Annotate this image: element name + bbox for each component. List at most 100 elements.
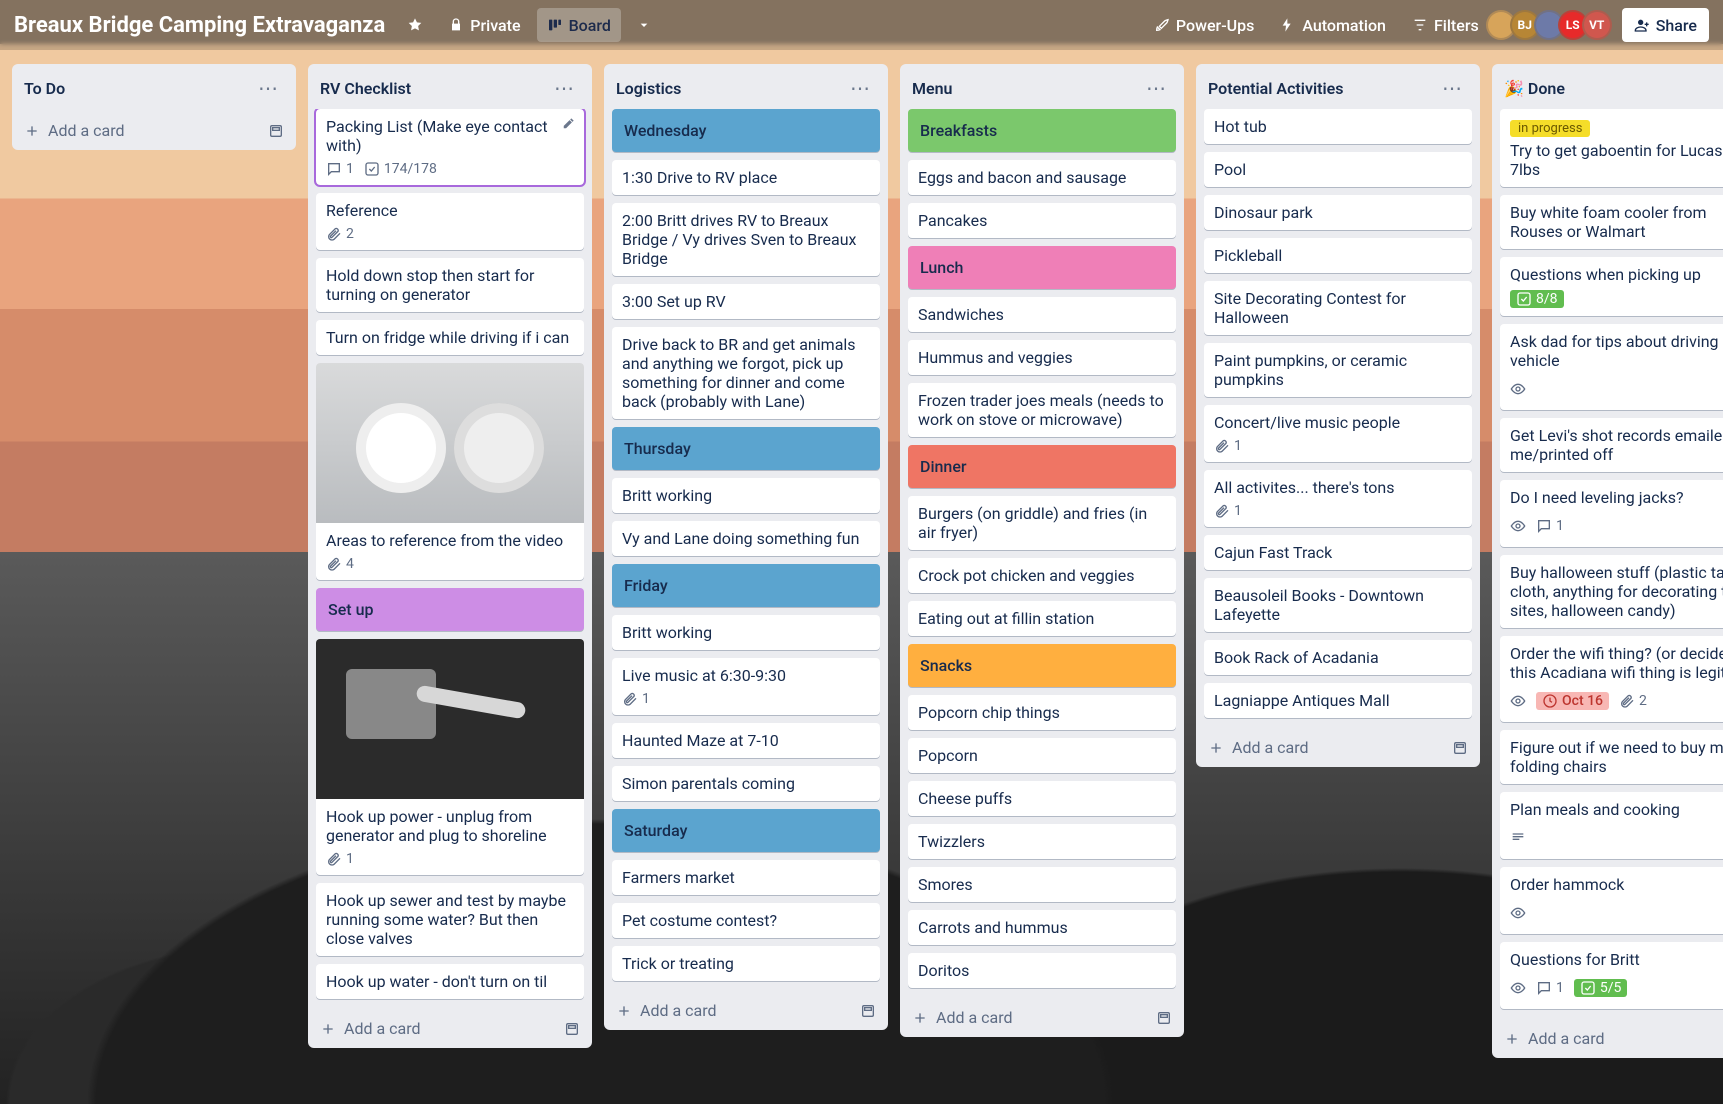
card[interactable]: All activites... there's tons1 [1204, 470, 1472, 527]
card[interactable]: Simon parentals coming [612, 766, 880, 801]
template-icon[interactable] [860, 1003, 876, 1019]
list-menu-button[interactable] [548, 74, 580, 103]
card[interactable]: Hook up sewer and test by maybe running … [316, 883, 584, 956]
card[interactable]: in progressTry to get gaboentin for Luca… [1500, 109, 1723, 187]
card[interactable]: Eggs and bacon and sausage [908, 160, 1176, 195]
card[interactable]: Hook up water - don't turn on til [316, 964, 584, 999]
list-title[interactable]: Menu [912, 79, 1140, 98]
card[interactable]: Smores [908, 867, 1176, 902]
section-card[interactable]: Dinner [908, 445, 1176, 488]
avatar[interactable]: VT [1582, 10, 1612, 40]
card[interactable]: Get Levi's shot records emailed to me/pr… [1500, 418, 1723, 472]
card[interactable]: Reference2 [316, 193, 584, 250]
section-card[interactable]: Thursday [612, 427, 880, 470]
card[interactable]: Beausoleil Books - Downtown Lafeyette [1204, 578, 1472, 632]
card[interactable]: Ask dad for tips about driving large veh… [1500, 324, 1723, 410]
list-menu-button[interactable] [252, 74, 284, 103]
card[interactable]: Britt working [612, 615, 880, 650]
add-card-button[interactable]: Add a card [12, 111, 296, 150]
add-card-button[interactable]: Add a card [1196, 728, 1480, 767]
board-title[interactable]: Breaux Bridge Camping Extravaganza [14, 13, 385, 38]
board-members[interactable]: BJ LS VT [1492, 10, 1612, 40]
card[interactable]: Figure out if we need to buy more foldin… [1500, 730, 1723, 784]
template-icon[interactable] [268, 123, 284, 139]
list-title[interactable]: Potential Activities [1208, 79, 1436, 98]
card[interactable]: Order the wifi thing? (or decide if this… [1500, 636, 1723, 722]
card[interactable]: Hummus and veggies [908, 340, 1176, 375]
card[interactable]: Lagniappe Antiques Mall [1204, 683, 1472, 718]
section-card[interactable]: Friday [612, 564, 880, 607]
card[interactable]: Sandwiches [908, 297, 1176, 332]
card[interactable]: Dinosaur park [1204, 195, 1472, 230]
list-title[interactable]: 🎉 Done [1504, 79, 1723, 98]
card[interactable]: Book Rack of Acadania [1204, 640, 1472, 675]
card[interactable]: Packing List (Make eye contact with)1174… [316, 109, 584, 185]
template-icon[interactable] [1452, 740, 1468, 756]
view-switcher-button[interactable] [627, 8, 661, 42]
list-title[interactable]: To Do [24, 79, 252, 98]
card[interactable]: Paint pumpkins, or ceramic pumpkins [1204, 343, 1472, 397]
card[interactable]: 2:00 Britt drives RV to Breaux Bridge / … [612, 203, 880, 276]
section-card[interactable]: Lunch [908, 246, 1176, 289]
card[interactable]: Cheese puffs [908, 781, 1176, 816]
card[interactable]: Britt working [612, 478, 880, 513]
card[interactable]: Doritos [908, 953, 1176, 988]
add-card-button[interactable]: Add a card [1492, 1019, 1723, 1058]
card[interactable]: Popcorn chip things [908, 695, 1176, 730]
card[interactable]: Popcorn [908, 738, 1176, 773]
power-ups-button[interactable]: Power-Ups [1144, 8, 1264, 42]
board-canvas[interactable]: To Do Add a card RV Checklist Packing Li… [0, 50, 1723, 1104]
card[interactable]: Carrots and hummus [908, 910, 1176, 945]
card[interactable]: Burgers (on griddle) and fries (in air f… [908, 496, 1176, 550]
card[interactable]: Pet costume contest? [612, 903, 880, 938]
template-icon[interactable] [1156, 1010, 1172, 1026]
add-card-button[interactable]: Add a card [604, 991, 888, 1030]
visibility-button[interactable]: Private [438, 8, 530, 42]
section-card[interactable]: Saturday [612, 809, 880, 852]
add-card-button[interactable]: Add a card [308, 1009, 592, 1048]
card[interactable]: Plan meals and cooking [1500, 792, 1723, 859]
card[interactable]: Haunted Maze at 7-10 [612, 723, 880, 758]
card[interactable]: Turn on fridge while driving if i can [316, 320, 584, 355]
card[interactable]: Buy halloween stuff (plastic table cloth… [1500, 555, 1723, 628]
list-menu-button[interactable] [1436, 74, 1468, 103]
card[interactable]: Crock pot chicken and veggies [908, 558, 1176, 593]
card-label[interactable]: in progress [1510, 120, 1590, 137]
list-title[interactable]: Logistics [616, 79, 844, 98]
card[interactable]: Trick or treating [612, 946, 880, 981]
card[interactable]: 1:30 Drive to RV place [612, 160, 880, 195]
list-menu-button[interactable] [1140, 74, 1172, 103]
card[interactable]: Hook up power - unplug from generator an… [316, 639, 584, 875]
edit-card-button[interactable] [562, 115, 578, 134]
card[interactable]: Pool [1204, 152, 1472, 187]
card[interactable]: Hold down stop then start for turning on… [316, 258, 584, 312]
card[interactable]: Site Decorating Contest for Halloween [1204, 281, 1472, 335]
card[interactable]: Twizzlers [908, 824, 1176, 859]
card[interactable]: Cajun Fast Track [1204, 535, 1472, 570]
card[interactable]: Eating out at fillin station [908, 601, 1176, 636]
add-card-button[interactable]: Add a card [900, 998, 1184, 1037]
card[interactable]: Frozen trader joes meals (needs to work … [908, 383, 1176, 437]
card[interactable]: Questions for Britt15/5 [1500, 942, 1723, 1009]
card[interactable]: Order hammock [1500, 867, 1723, 934]
board-view-button[interactable]: Board [537, 8, 621, 42]
card[interactable]: Hot tub [1204, 109, 1472, 144]
list-menu-button[interactable] [844, 74, 876, 103]
filters-button[interactable]: Filters [1402, 8, 1489, 42]
template-icon[interactable] [564, 1021, 580, 1037]
card[interactable]: Buy white foam cooler from Rouses or Wal… [1500, 195, 1723, 249]
card[interactable]: Pancakes [908, 203, 1176, 238]
share-button[interactable]: Share [1622, 8, 1709, 42]
card[interactable]: Areas to reference from the video4 [316, 363, 584, 580]
section-card[interactable]: Snacks [908, 644, 1176, 687]
card[interactable]: Live music at 6:30-9:301 [612, 658, 880, 715]
card[interactable]: Pickleball [1204, 238, 1472, 273]
list-title[interactable]: RV Checklist [320, 79, 548, 98]
section-card[interactable]: Breakfasts [908, 109, 1176, 152]
section-card[interactable]: Set up [316, 588, 584, 631]
card[interactable]: Questions when picking up8/8 [1500, 257, 1723, 316]
star-button[interactable] [398, 8, 432, 42]
card[interactable]: Do I need leveling jacks?1 [1500, 480, 1723, 547]
section-card[interactable]: Wednesday [612, 109, 880, 152]
card[interactable]: Farmers market [612, 860, 880, 895]
